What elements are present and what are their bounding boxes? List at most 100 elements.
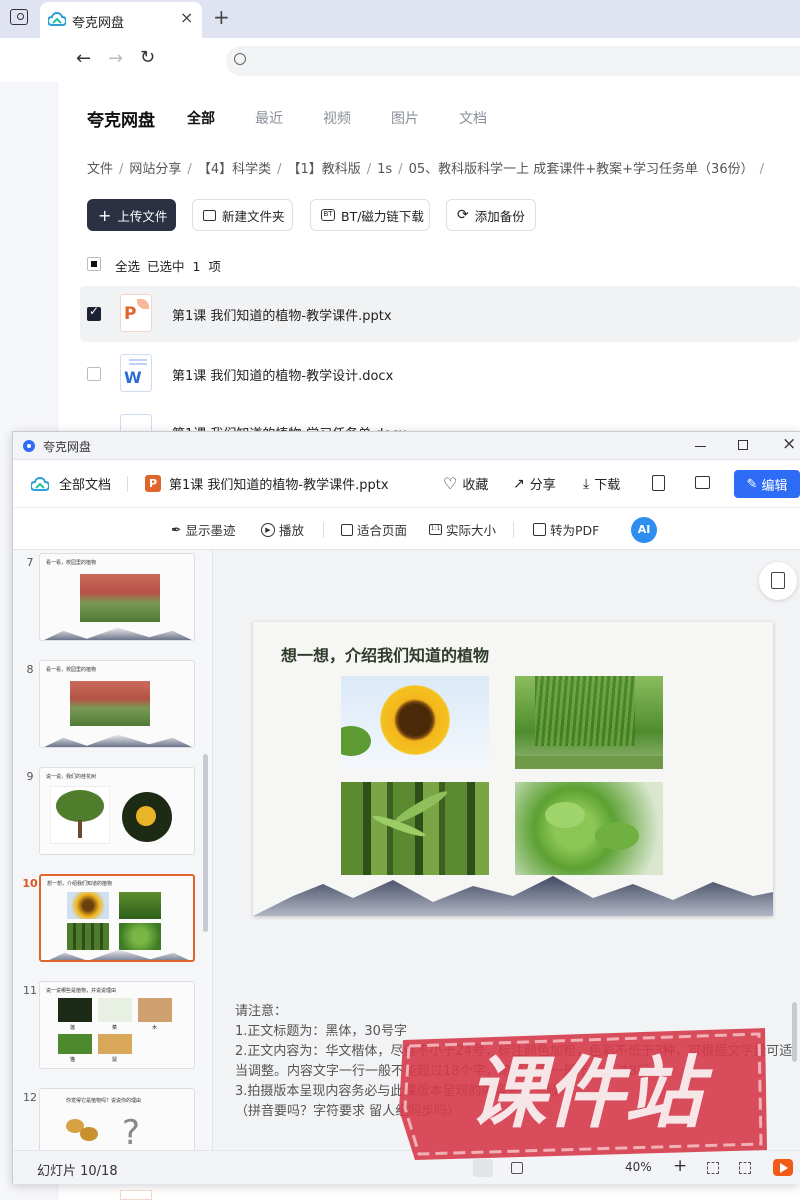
thumbnail-number: 7 [26, 556, 34, 569]
bt-icon: BT [321, 209, 335, 221]
tab-video[interactable]: 视频 [323, 108, 351, 128]
thumbnail-title: 看一看，校园里的植物 [46, 560, 97, 566]
url-search-icon [234, 53, 246, 65]
brand-title: 夸克网盘 [87, 111, 155, 131]
reload-icon[interactable]: ↻ [140, 47, 155, 68]
pencil-icon: ✎ [746, 476, 758, 492]
thumbnail-title: 想一想，介绍我们知道的植物 [47, 881, 113, 887]
tab-document[interactable]: 文档 [459, 108, 487, 128]
quark-cloud-icon [48, 12, 66, 26]
docx-file-icon: W [120, 354, 152, 392]
download-button[interactable]: ⤓ 下载 [583, 474, 620, 494]
file-name[interactable]: 第1课 我们知道的植物-教学设计.docx [172, 365, 393, 384]
slide-thumbnail-active[interactable]: 想一想，介绍我们知道的植物 [39, 874, 195, 962]
breadcrumb-item[interactable]: 【1】教科版 [287, 162, 360, 177]
tab-recent[interactable]: 最近 [255, 108, 283, 128]
tab-image[interactable]: 图片 [391, 108, 419, 128]
breadcrumb-item[interactable]: 网站分享 [129, 162, 181, 177]
minimize-icon[interactable] [695, 446, 706, 447]
slide-title: 想一想，介绍我们知道的植物 [281, 646, 490, 665]
fit-page-button[interactable]: 适合页面 [341, 520, 407, 539]
upload-button[interactable]: + 上传文件 [87, 199, 176, 231]
forward-icon[interactable]: → [108, 48, 123, 69]
willow-tree-photo [515, 676, 663, 769]
canvas-scrollbar[interactable] [792, 1002, 797, 1062]
slide-thumbnail-panel: 7 看一看，校园里的植物 8 看一看，校园里的植物 9 说一说，我们的桂花树 1… [13, 550, 213, 1150]
breadcrumb-item[interactable]: 文件 [87, 162, 113, 177]
favorite-button[interactable]: ♡ 收藏 [443, 474, 488, 493]
file-row[interactable]: 第1课 我们知道的植物-学习任务单.docx [80, 406, 800, 431]
tab-all[interactable]: 全部 [187, 108, 215, 128]
slide-thumbnail[interactable]: 说一说哪些是植物，并说说理由 莲 菜 木 猫 鼠 [39, 981, 195, 1069]
folder-plus-icon [203, 209, 216, 221]
file-name[interactable]: 第1课 我们知道的植物-学习任务单.docx [172, 423, 406, 431]
viewer-title-bar: 夸克网盘 × [13, 432, 800, 460]
play-button[interactable]: ▶ 播放 [261, 520, 304, 539]
breadcrumb-item[interactable]: 1s [377, 162, 392, 177]
edit-button[interactable]: ✎ 编辑 [734, 470, 800, 498]
select-all-partial-mark [91, 261, 97, 267]
courseware-watermark-stamp: 课件站 [399, 1028, 767, 1160]
slide-thumbnail[interactable]: 看一看，校园里的植物 [39, 553, 195, 641]
pdf-convert-icon [533, 523, 546, 536]
slide-thumbnail[interactable]: 说一说，我们的桂花树 [39, 767, 195, 855]
export-icon[interactable] [652, 475, 665, 491]
ink-icon: ✒ [171, 522, 182, 537]
viewer-file-name: 第1课 我们知道的植物-教学课件.pptx [169, 478, 389, 493]
thumbnail-scrollbar[interactable] [203, 754, 208, 932]
close-icon[interactable]: × [782, 434, 796, 454]
watermark-text: 课件站 [468, 1049, 713, 1139]
all-docs-link[interactable]: 全部文档 [59, 474, 111, 493]
slide-thumbnail[interactable]: 你觉得它是植物吗？说说你的理由 ? [39, 1088, 195, 1150]
docx-file-icon [120, 414, 152, 431]
file-row[interactable]: ✓ P 第1课 我们知道的植物-教学课件.pptx [80, 286, 800, 342]
play-icon: ▶ [261, 522, 275, 537]
actual-size-icon: 1:1 [429, 524, 442, 535]
thumbnail-label: 莲 [70, 1025, 76, 1031]
thumbnail-number: 10 [22, 877, 38, 890]
add-backup-button[interactable]: ⟳ 添加备份 [446, 199, 536, 231]
plus-icon: + [98, 205, 112, 225]
show-ink-button[interactable]: ✒ 显示墨迹 [171, 520, 236, 539]
ai-assistant-icon[interactable]: AI [631, 517, 657, 543]
thumbnail-title: 说一说哪些是植物，并说说理由 [46, 988, 117, 994]
thumbnail-number: 11 [23, 984, 37, 997]
breadcrumb-item[interactable]: 05、教科版科学一上 成套课件+教案+学习任务单（36份） [409, 162, 754, 177]
file-name[interactable]: 第1课 我们知道的植物-教学课件.pptx [172, 305, 392, 324]
new-folder-button[interactable]: 新建文件夹 [192, 199, 293, 231]
ink-mountains-decoration [253, 876, 773, 916]
select-all-label[interactable]: 全选 [115, 256, 140, 275]
slide-counter: 幻灯片 10/18 [37, 1164, 118, 1179]
bamboo-photo [341, 782, 489, 875]
sunflower-photo [341, 676, 489, 769]
file-row[interactable]: W 第1课 我们知道的植物-教学设计.docx [80, 346, 800, 402]
tab-close-icon[interactable]: × [180, 8, 193, 27]
pptx-file-icon: P [120, 294, 152, 332]
actual-size-button[interactable]: 1:1 实际大小 [429, 520, 496, 539]
pptx-file-icon [120, 1190, 152, 1200]
breadcrumb-item[interactable]: 【4】科学类 [198, 162, 271, 177]
slide-thumbnail[interactable]: 看一看，校园里的植物 [39, 660, 195, 748]
thumbnail-label: 猫 [70, 1057, 76, 1063]
thumbnail-label: 菜 [112, 1025, 118, 1031]
url-input[interactable] [226, 46, 800, 76]
to-pdf-button[interactable]: 转为PDF [533, 520, 599, 539]
viewer-window-title: 夸克网盘 [43, 440, 92, 454]
thumbnail-number: 9 [26, 770, 34, 783]
comment-icon[interactable] [695, 476, 710, 489]
back-icon[interactable]: ← [76, 48, 91, 69]
new-tab-icon[interactable]: + [213, 5, 230, 29]
share-icon: ↗ [513, 475, 525, 492]
browser-tab[interactable]: 夸克网盘 × [40, 2, 202, 38]
maximize-icon[interactable] [738, 440, 748, 450]
address-bar: ← → ↻ [0, 38, 800, 82]
thumbnail-title: 你觉得它是植物吗？说说你的理由 [66, 1098, 142, 1104]
thumbnail-title: 说一说，我们的桂花树 [46, 774, 97, 780]
share-button[interactable]: ↗ 分享 [513, 474, 556, 494]
bt-download-button[interactable]: BT BT/磁力链下载 [310, 199, 430, 231]
thumbnail-number: 12 [23, 1091, 37, 1104]
heart-icon: ♡ [443, 474, 458, 493]
fit-page-icon [341, 523, 353, 536]
browser-tab-bar: 夸克网盘 × + [0, 0, 800, 38]
file-checkbox[interactable] [87, 367, 101, 381]
